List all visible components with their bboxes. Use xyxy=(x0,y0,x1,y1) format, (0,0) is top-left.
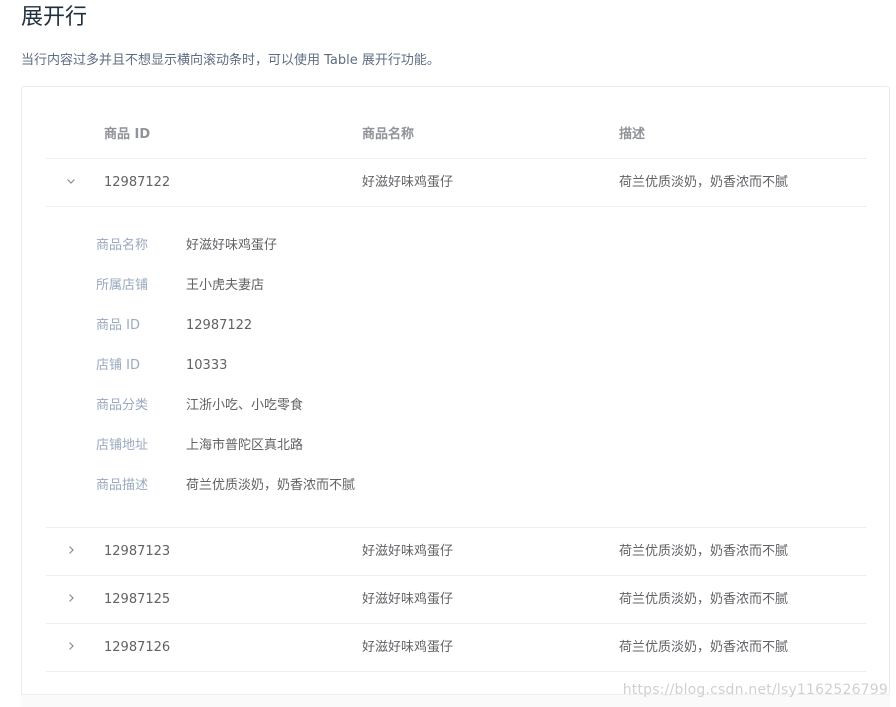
detail-item-category: 商品分类 江浙小吃、小吃零食 xyxy=(96,396,303,416)
detail-value: 10333 xyxy=(186,358,228,373)
detail-label: 所属店铺 xyxy=(96,278,149,293)
cell-product-id: 12987122 xyxy=(104,175,171,190)
detail-value: 好滋好味鸡蛋仔 xyxy=(186,238,278,253)
cell-product-id: 12987125 xyxy=(104,592,171,607)
detail-item-shop: 所属店铺 王小虎夫妻店 xyxy=(96,276,264,296)
detail-label: 店铺 ID xyxy=(96,358,140,373)
detail-item-address: 店铺地址 上海市普陀区真北路 xyxy=(96,436,303,456)
cell-description: 荷兰优质淡奶，奶香浓而不腻 xyxy=(619,544,789,559)
page: 展开行 当行内容过多并且不想显示横向滚动条时，可以使用 Table 展开行功能。… xyxy=(0,0,896,707)
header-product-id: 商品 ID xyxy=(104,127,151,142)
detail-value: 荷兰优质淡奶，奶香浓而不腻 xyxy=(186,478,356,493)
table-row[interactable]: 12987123 好滋好味鸡蛋仔 荷兰优质淡奶，奶香浓而不腻 xyxy=(46,528,867,576)
detail-value: 王小虎夫妻店 xyxy=(186,278,265,293)
chevron-right-icon[interactable] xyxy=(65,592,77,604)
expand-toggle[interactable] xyxy=(46,528,96,575)
chevron-right-icon[interactable] xyxy=(65,544,77,556)
expandable-table: 商品 ID 商品名称 描述 12987122 好滋好味鸡蛋仔 荷兰优质淡奶，奶香… xyxy=(46,111,867,672)
detail-value: 12987122 xyxy=(186,318,253,333)
detail-item-shop-id: 店铺 ID 10333 xyxy=(96,356,227,376)
detail-item-description: 商品描述 荷兰优质淡奶，奶香浓而不腻 xyxy=(96,476,355,496)
cell-product-id: 12987123 xyxy=(104,544,171,559)
chevron-right-icon[interactable] xyxy=(65,640,77,652)
detail-label: 商品描述 xyxy=(96,478,149,493)
page-title: 展开行 xyxy=(21,5,88,30)
expanded-row-detail: 商品名称 好滋好味鸡蛋仔 所属店铺 王小虎夫妻店 商品 ID 12987122 店铺 … xyxy=(46,207,867,528)
cell-product-name: 好滋好味鸡蛋仔 xyxy=(362,175,454,190)
detail-item-product-name: 商品名称 好滋好味鸡蛋仔 xyxy=(96,236,277,256)
chevron-down-icon[interactable] xyxy=(65,175,77,187)
detail-value: 江浙小吃、小吃零食 xyxy=(186,398,304,413)
expand-toggle[interactable] xyxy=(46,576,96,623)
detail-label: 商品 ID xyxy=(96,318,140,333)
detail-label: 商品名称 xyxy=(96,238,149,253)
cell-product-name: 好滋好味鸡蛋仔 xyxy=(362,544,454,559)
expand-toggle[interactable] xyxy=(46,159,96,206)
expand-column-header xyxy=(46,111,96,158)
cell-product-name: 好滋好味鸡蛋仔 xyxy=(362,592,454,607)
cell-product-id: 12987126 xyxy=(104,640,171,655)
cell-description: 荷兰优质淡奶，奶香浓而不腻 xyxy=(619,640,789,655)
cell-description: 荷兰优质淡奶，奶香浓而不腻 xyxy=(619,175,789,190)
detail-label: 店铺地址 xyxy=(96,438,149,453)
table-header-row: 商品 ID 商品名称 描述 xyxy=(46,111,867,159)
table-row[interactable]: 12987126 好滋好味鸡蛋仔 荷兰优质淡奶，奶香浓而不腻 xyxy=(46,624,867,672)
table-row[interactable]: 12987122 好滋好味鸡蛋仔 荷兰优质淡奶，奶香浓而不腻 xyxy=(46,159,867,207)
header-product-name: 商品名称 xyxy=(362,127,415,142)
detail-label: 商品分类 xyxy=(96,398,149,413)
demo-block: 商品 ID 商品名称 描述 12987122 好滋好味鸡蛋仔 荷兰优质淡奶，奶香… xyxy=(21,86,890,707)
header-description: 描述 xyxy=(619,127,646,142)
page-description: 当行内容过多并且不想显示横向滚动条时，可以使用 Table 展开行功能。 xyxy=(21,53,440,68)
table-row[interactable]: 12987125 好滋好味鸡蛋仔 荷兰优质淡奶，奶香浓而不腻 xyxy=(46,576,867,624)
expand-toggle[interactable] xyxy=(46,624,96,671)
detail-item-product-id: 商品 ID 12987122 xyxy=(96,316,252,336)
watermark: https://blog.csdn.net/lsy1162526799 xyxy=(622,682,888,698)
cell-description: 荷兰优质淡奶，奶香浓而不腻 xyxy=(619,592,789,607)
cell-product-name: 好滋好味鸡蛋仔 xyxy=(362,640,454,655)
detail-value: 上海市普陀区真北路 xyxy=(186,438,304,453)
